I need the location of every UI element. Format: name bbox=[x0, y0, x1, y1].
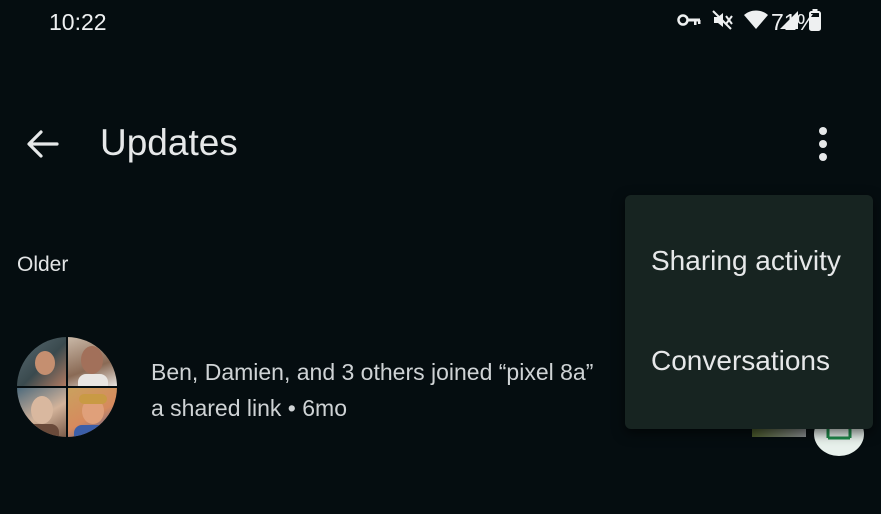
arrow-back-icon bbox=[24, 126, 60, 167]
update-title: Ben, Damien, and 3 others joined “pixel … bbox=[151, 359, 594, 385]
menu-item-sharing-activity[interactable]: Sharing activity bbox=[625, 212, 873, 312]
overflow-menu-button[interactable] bbox=[806, 124, 840, 168]
status-bar: 10:22 71% bbox=[0, 0, 881, 46]
section-header-older: Older bbox=[17, 253, 69, 276]
back-button[interactable] bbox=[20, 124, 64, 168]
update-text: Ben, Damien, and 3 others joined “pixel … bbox=[151, 354, 651, 426]
muted-icon bbox=[711, 9, 733, 36]
avatar-member-1 bbox=[17, 337, 66, 386]
update-subtitle: a shared link • 6mo bbox=[151, 395, 347, 421]
status-time: 10:22 bbox=[49, 9, 107, 35]
vpn-key-icon bbox=[677, 12, 701, 33]
wifi-icon bbox=[743, 10, 769, 35]
avatar-member-3 bbox=[17, 388, 66, 437]
avatar-member-2 bbox=[68, 337, 117, 388]
avatar-member-4 bbox=[68, 388, 117, 437]
page-title: Updates bbox=[100, 122, 238, 163]
overflow-menu: Sharing activity Conversations bbox=[625, 195, 873, 429]
group-avatar bbox=[17, 337, 117, 437]
menu-item-label: Sharing activity bbox=[651, 245, 841, 276]
battery-percent: 71% bbox=[771, 9, 818, 35]
menu-item-conversations[interactable]: Conversations bbox=[625, 312, 873, 412]
app-bar: Updates bbox=[0, 100, 881, 190]
menu-item-label: Conversations bbox=[651, 345, 830, 376]
more-vert-icon bbox=[818, 126, 828, 167]
